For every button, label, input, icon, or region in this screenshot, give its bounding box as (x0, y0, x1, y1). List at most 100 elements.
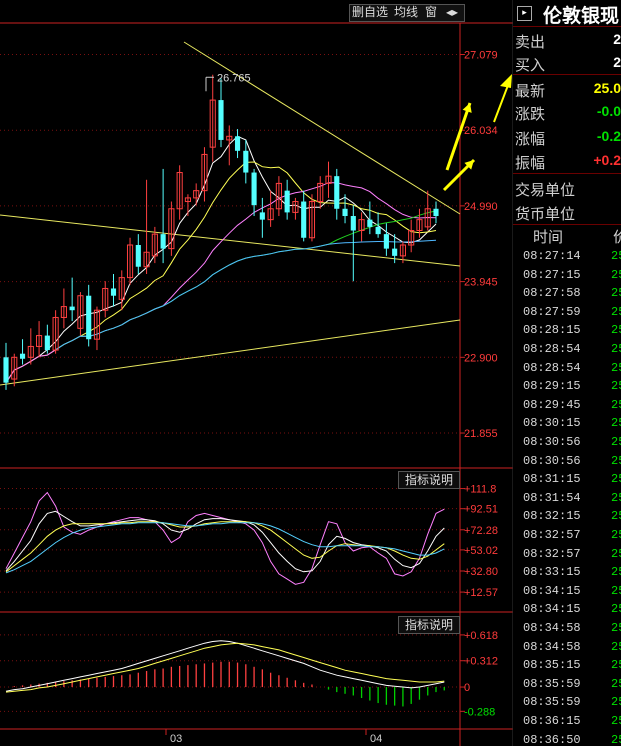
tick-price: 25 (611, 360, 621, 375)
quote-row: 涨幅 -0.2 (513, 126, 621, 148)
arrow-right-head (500, 74, 512, 88)
quote-value: 2 (613, 31, 621, 47)
macd-tick-label: -0.288 (464, 706, 495, 718)
tick-row: 08:30:56 25 (513, 454, 621, 472)
candle-body-down (375, 226, 381, 235)
tick-row: 08:29:15 25 (513, 379, 621, 397)
tick-price: 25 (611, 583, 621, 598)
tick-row: 08:27:15 25 (513, 268, 621, 286)
tick-time: 08:36:15 (523, 714, 581, 728)
tick-price: 25 (611, 602, 621, 617)
tick-row: 08:36:15 25 (513, 714, 621, 732)
tick-row: 08:27:14 25 (513, 249, 621, 267)
tick-row: 08:30:15 25 (513, 416, 621, 434)
tick-row: 08:29:45 25 (513, 398, 621, 416)
moving-average-button[interactable]: 均线 (394, 4, 418, 20)
candle-body-down (243, 150, 249, 173)
tick-time: 08:34:58 (523, 621, 581, 635)
candle-body-down (86, 295, 92, 340)
candle-body-down (69, 306, 75, 311)
indicator-help-button-1[interactable]: 指标说明 (398, 471, 460, 489)
candle-body-down (383, 234, 389, 249)
tick-price: 25 (611, 695, 621, 710)
ind1-tick-label: +111.8 (464, 484, 496, 496)
tick-time: 08:31:15 (523, 472, 581, 487)
tick-row: 08:28:15 25 (513, 323, 621, 341)
panel-divider (513, 173, 621, 174)
tick-row: 08:34:15 25 (513, 584, 621, 602)
tick-price: 25 (611, 639, 621, 654)
quote-row: 买入 2 (513, 52, 621, 74)
candle-body-down (367, 219, 373, 227)
tick-price: 25 (611, 472, 621, 487)
ind1-tick-label: +92.51 (464, 504, 498, 516)
tick-row: 08:35:59 25 (513, 695, 621, 713)
candle-body-down (234, 136, 241, 151)
ind1-line-2 (5, 510, 445, 573)
ind1-tick-label: +32.80 (464, 566, 498, 578)
panel-divider (513, 224, 621, 225)
quote-value: +0.2 (593, 152, 621, 168)
price-tick-label: 24.990 (464, 201, 498, 213)
candle-body-down (350, 216, 356, 231)
ticks-time-header: 时间 (533, 228, 564, 246)
tick-time: 08:32:57 (523, 546, 581, 561)
ma20-line (5, 182, 437, 383)
price-tick-label: 23.945 (464, 277, 498, 289)
quote-label: 交易单位 (515, 181, 576, 199)
quote-value: 25.0 (593, 80, 621, 96)
price-tick-label: 21.855 (464, 428, 498, 440)
expand-panel-icon[interactable]: ◂▸ (446, 4, 458, 20)
quote-row: 涨跌 -0.0 (513, 101, 621, 123)
peak-annotation: 26.765 (217, 72, 251, 84)
tick-row: 08:33:15 25 (513, 565, 621, 583)
tick-row: 08:28:54 25 (513, 342, 621, 360)
tick-price: 25 (611, 267, 621, 282)
ind1-tick-label: +12.57 (464, 587, 498, 599)
price-chart-area[interactable]: 27.079 26.034 24.990 23.945 22.900 21.855 26.7… (0, 0, 513, 746)
tick-price: 25 (611, 621, 621, 635)
tick-row: 08:36:50 25 (513, 733, 621, 746)
candle-body-down (301, 201, 307, 238)
tick-time: 08:29:45 (523, 397, 581, 412)
candle-body-down (334, 176, 340, 209)
tick-price: 25 (611, 249, 621, 263)
ticks-price-header: 价 (613, 228, 621, 246)
candle-body-down (110, 288, 117, 296)
tick-price: 25 (611, 304, 621, 319)
quote-row: 振幅 +0.2 (513, 150, 621, 172)
quote-label: 涨跌 (515, 105, 546, 123)
price-tick-label: 27.079 (464, 50, 498, 62)
window-button[interactable]: 窗 (425, 4, 437, 20)
ind1-line-1 (5, 491, 445, 585)
tick-row: 08:30:56 25 (513, 435, 621, 453)
tick-row: 08:32:57 25 (513, 547, 621, 565)
tick-time: 08:35:59 (523, 695, 581, 710)
quote-value: -0.0 (596, 103, 621, 119)
indicator-help-button-2[interactable]: 指标说明 (398, 616, 460, 634)
tick-price: 25 (611, 546, 621, 561)
tick-time: 08:31:54 (523, 490, 581, 505)
tick-row: 08:32:15 25 (513, 509, 621, 527)
tick-time: 08:36:50 (523, 732, 581, 746)
tick-price: 25 (611, 416, 621, 431)
trendline-low (0, 319, 461, 386)
tick-time: 08:34:58 (523, 639, 581, 654)
remove-favorite-button[interactable]: 删自选 (352, 4, 388, 20)
tick-time: 08:28:54 (523, 360, 581, 375)
tick-time: 08:35:59 (523, 676, 581, 691)
time-tick-label: 03 (170, 733, 182, 745)
tick-price: 25 (611, 286, 621, 301)
tick-time: 08:34:15 (523, 602, 581, 617)
candle-body-down (251, 172, 257, 206)
tick-price: 25 (611, 658, 621, 673)
tick-price: 25 (611, 342, 621, 356)
tick-price: 25 (611, 453, 621, 468)
tick-time: 08:34:15 (523, 583, 581, 598)
candle-body-down (3, 357, 9, 383)
collapse-panel-icon[interactable]: ▸ (517, 6, 532, 21)
ind1-tick-label: +72.28 (464, 525, 498, 537)
tick-time: 08:30:56 (523, 453, 581, 468)
quote-value: -0.2 (596, 128, 621, 144)
tick-price: 25 (611, 528, 621, 542)
